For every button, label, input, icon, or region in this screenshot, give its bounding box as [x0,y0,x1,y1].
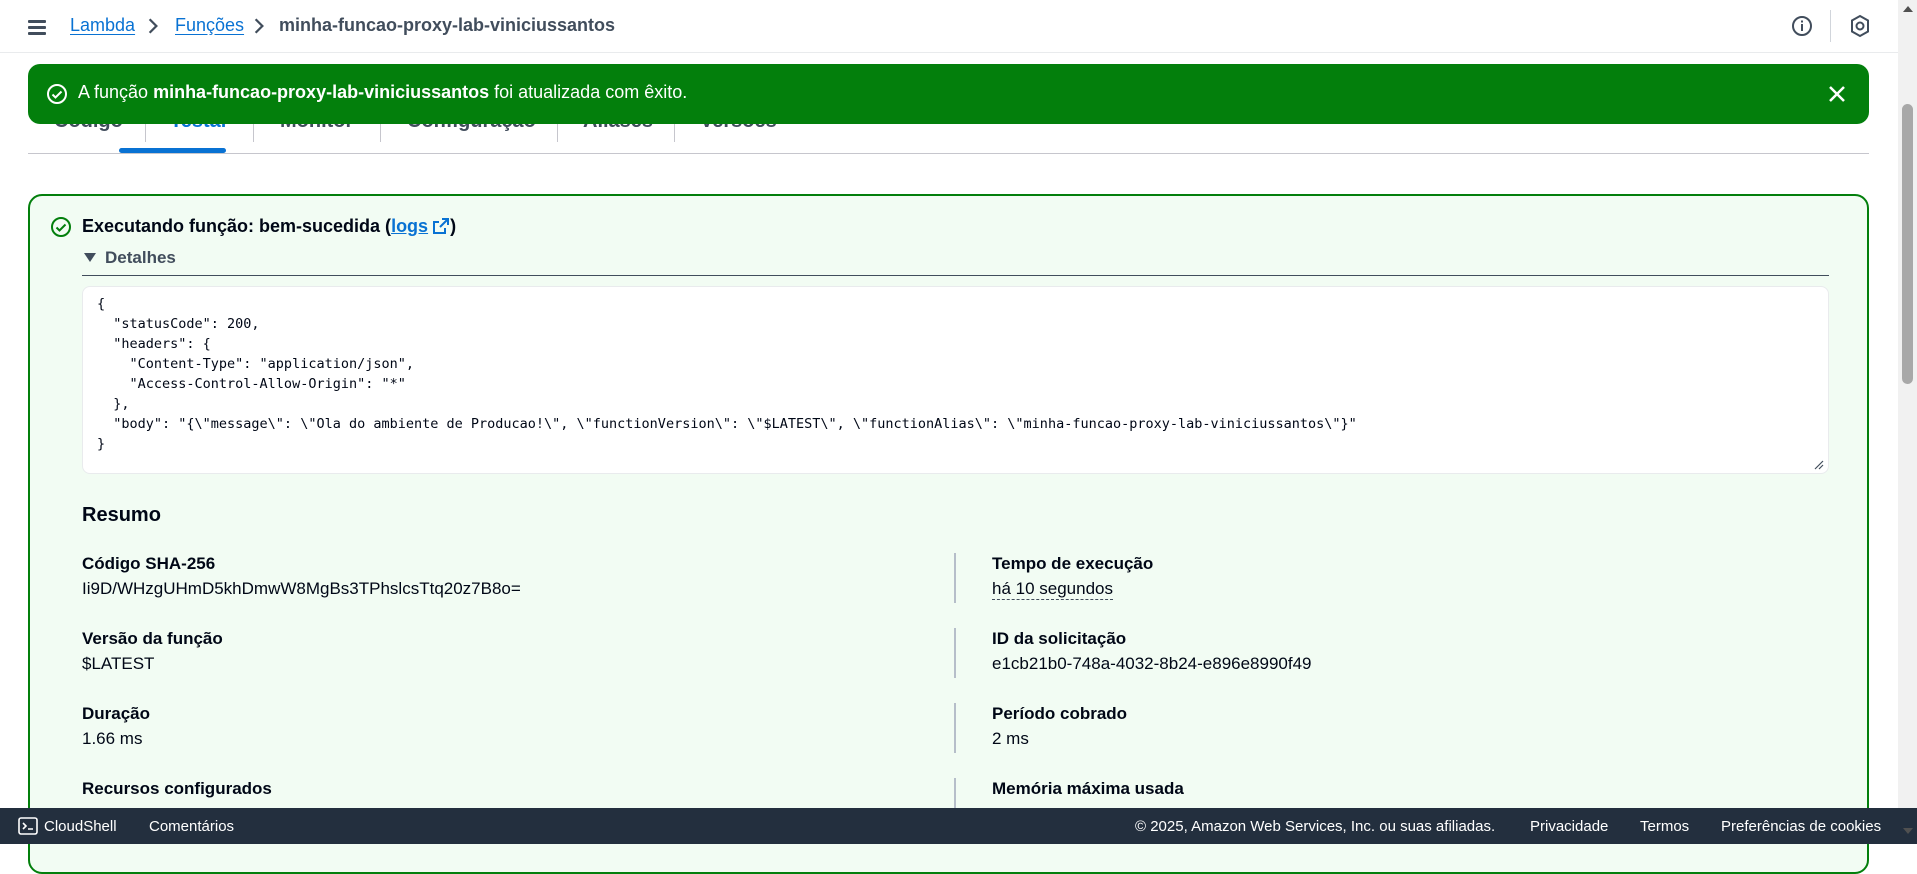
cookie-preferences-link[interactable]: Preferências de cookies [1721,818,1881,835]
top-divider [1830,10,1831,42]
execution-result-title: Executando função: bem-sucedida (logs) [82,216,457,236]
scroll-down-icon[interactable] [1903,828,1913,834]
request-id-value: e1cb21b0-748a-4032-8b24-e896e8990f49 [992,654,1312,673]
external-link-icon [433,218,450,234]
breadcrumb-funcoes[interactable]: Funções [175,15,244,36]
active-tab-indicator [119,148,226,153]
column-divider [954,703,956,753]
scroll-up-icon[interactable] [1903,6,1913,12]
cloudshell-button[interactable]: CloudShell [44,818,117,835]
chevron-right-icon [148,18,158,34]
success-flash-banner: A função minha-funcao-proxy-lab-vinicius… [28,64,1869,124]
copyright-text: © 2025, Amazon Web Services, Inc. ou sua… [1135,818,1496,835]
terms-link[interactable]: Termos [1640,818,1689,835]
hamburger-menu-icon[interactable] [26,16,48,38]
resize-handle-icon[interactable] [1814,460,1824,470]
info-icon[interactable] [1790,14,1814,38]
flash-message: A função minha-funcao-proxy-lab-vinicius… [78,82,688,102]
execution-time-value[interactable]: há 10 segundos [992,579,1113,600]
details-divider [82,275,1829,276]
scroll-thumb[interactable] [1902,104,1913,384]
cloudshell-icon[interactable] [18,817,38,835]
function-version-value: $LATEST [82,654,155,673]
column-divider [954,553,956,603]
billed-duration-value: 2 ms [992,729,1029,748]
execution-result-panel: Executando função: bem-sucedida (logs) D… [28,194,1869,874]
success-check-icon [47,84,67,104]
top-navigation-bar: Lambda Funções minha-funcao-proxy-lab-vi… [0,0,1898,53]
max-memory-used-label: Memória máxima usada [992,779,1184,798]
execution-time-label: Tempo de execução [992,554,1154,573]
column-divider [954,628,956,678]
details-expand-toggle[interactable]: Detalhes [82,248,176,268]
caret-down-icon [84,253,96,262]
chevron-right-icon [254,18,264,34]
sha256-value: Ii9D/WHzgUHmD5khDmwW8MgBs3TPhslcsTtq20z7… [82,579,521,598]
page-scrollbar[interactable] [1898,0,1917,808]
privacy-link[interactable]: Privacidade [1530,818,1608,835]
configured-resources-label: Recursos configurados [82,779,272,798]
breadcrumb-lambda[interactable]: Lambda [70,15,135,36]
console-footer: CloudShell Comentários © 2025, Amazon We… [0,808,1917,844]
billed-duration-label: Período cobrado [992,704,1128,723]
duration-value: 1.66 ms [82,729,143,748]
duration-label: Duração [82,704,151,723]
close-icon[interactable] [1825,82,1849,106]
security-shield-icon[interactable] [1848,14,1872,38]
sha256-label: Código SHA-256 [82,554,216,573]
success-check-icon [51,217,71,237]
response-output-textarea[interactable]: { "statusCode": 200, "headers": { "Conte… [82,286,1829,474]
feedback-button[interactable]: Comentários [149,818,234,835]
function-version-label: Versão da função [82,629,223,648]
request-id-label: ID da solicitação [992,629,1127,648]
logs-link[interactable]: logs [391,216,450,236]
summary-title: Resumo [82,504,161,526]
breadcrumb-current: minha-funcao-proxy-lab-viniciussantos [279,15,616,35]
